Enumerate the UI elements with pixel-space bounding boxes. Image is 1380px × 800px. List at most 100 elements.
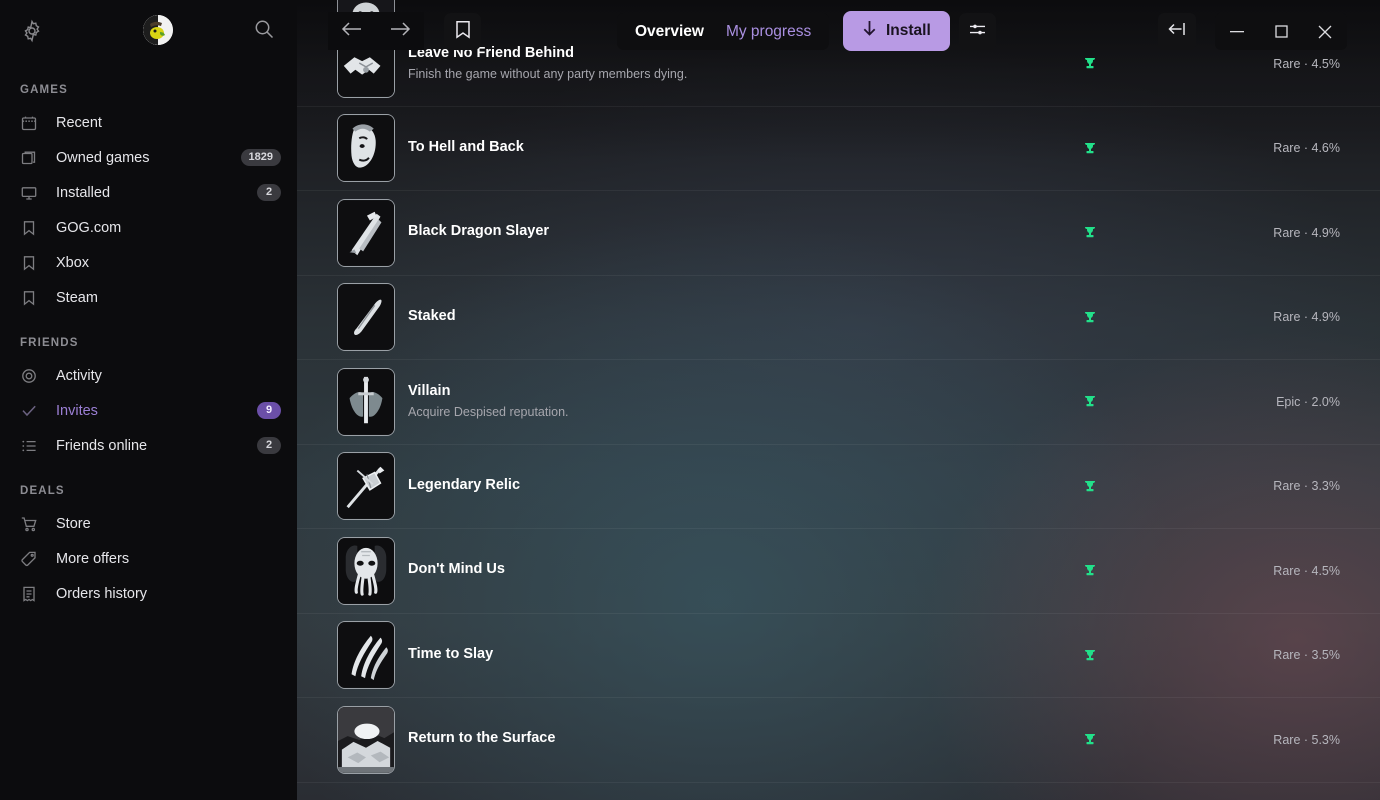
bookmark-icon — [455, 20, 471, 44]
face-icon — [337, 114, 395, 183]
sidebar-item-store[interactable]: Store — [0, 506, 297, 541]
list-icon — [20, 437, 38, 455]
search-icon[interactable] — [253, 18, 275, 40]
sidebar-badge-invites: 9 — [257, 401, 281, 420]
achievement-name: Black Dragon Slayer — [408, 223, 550, 240]
sidebar-item-label: Store — [56, 515, 91, 532]
achievement-rarity: Rare · 4.9% — [1273, 310, 1340, 325]
achievement-row[interactable]: Return to the Surface Rare · 5.3% — [297, 698, 1380, 783]
achievement-name: Return to the Surface — [408, 730, 556, 747]
sidebar-item-xbox[interactable]: Xbox — [0, 245, 297, 280]
minimize-button[interactable] — [1215, 13, 1259, 50]
tab-my-progress[interactable]: My progress — [726, 23, 811, 41]
sidebar-item-activity[interactable]: Activity — [0, 358, 297, 393]
achievement-row[interactable]: Time to Slay Rare · 3.5% — [297, 614, 1380, 698]
sidebar-item-label: Steam — [56, 289, 98, 306]
arrow-left-icon[interactable] — [341, 20, 363, 43]
trophy-icon — [1070, 649, 1110, 662]
mindflayer-icon — [337, 536, 395, 605]
monitor-icon — [20, 184, 38, 202]
receipt-icon — [20, 585, 38, 603]
trophy-icon — [1070, 733, 1110, 746]
cave-icon — [337, 705, 395, 774]
sidebar-item-label: Invites — [56, 402, 98, 419]
sidebar-item-label: Owned games — [56, 149, 150, 166]
window-controls — [1215, 13, 1347, 50]
achievement-row[interactable]: Villain Acquire Despised reputation. Epi… — [297, 360, 1380, 445]
bookmark-icon — [20, 219, 38, 237]
sidebar-item-steam[interactable]: Steam — [0, 280, 297, 315]
target-icon — [20, 367, 38, 385]
achievement-rarity: Rare · 4.9% — [1273, 225, 1340, 240]
app-window: GAMES Recent Owned games 1829 Installed … — [0, 0, 1380, 800]
claw-marks-icon — [337, 621, 395, 690]
sidebar-item-label: More offers — [56, 550, 130, 567]
game-detail-content: Leave No Friend Behind Finish the game w… — [297, 0, 1380, 800]
tab-overview[interactable]: Overview — [635, 23, 704, 41]
collapse-panel-button[interactable] — [1158, 13, 1196, 50]
bookmark-button[interactable] — [444, 13, 481, 50]
achievement-text: Legendary Relic — [408, 476, 1070, 497]
sidebar-item-recent[interactable]: Recent — [0, 105, 297, 140]
relic-icon — [337, 452, 395, 521]
achievement-name: Villain — [408, 383, 451, 400]
sidebar-item-invites[interactable]: Invites 9 — [0, 393, 297, 428]
sidebar-header — [0, 0, 297, 62]
achievement-row[interactable]: Black Dragon Slayer Rare · 4.9% — [297, 191, 1380, 276]
sidebar-item-friends-online[interactable]: Friends online 2 — [0, 428, 297, 463]
navigation-buttons — [328, 12, 424, 50]
sidebar-item-label: Xbox — [56, 254, 90, 271]
achievement-description: Acquire Despised reputation. — [408, 404, 569, 419]
achievement-text: Time to Slay — [408, 645, 1070, 666]
achievement-rarity: Rare · 4.5% — [1273, 563, 1340, 578]
sword-icon — [337, 367, 395, 436]
maximize-button[interactable] — [1259, 13, 1303, 50]
sidebar-item-label: Friends online — [56, 437, 148, 454]
check-icon — [20, 402, 38, 420]
achievement-row[interactable]: Staked Rare · 4.9% — [297, 276, 1380, 360]
sidebar-section-title-friends: FRIENDS — [20, 337, 79, 349]
achievement-list: Leave No Friend Behind Finish the game w… — [297, 0, 1380, 783]
trophy-icon — [1070, 142, 1110, 155]
filter-button[interactable] — [959, 13, 996, 50]
achievement-row[interactable]: Legendary Relic Rare · 3.3% — [297, 445, 1380, 529]
sidebar-badge-friends-online: 2 — [257, 436, 281, 455]
collapse-panel-icon — [1168, 21, 1186, 42]
trophy-icon — [1070, 480, 1110, 493]
sidebar-item-label: Installed — [56, 184, 111, 201]
stack-icon — [20, 149, 38, 167]
sliders-icon — [969, 22, 986, 42]
sidebar-item-label: Activity — [56, 367, 102, 384]
achievement-rarity: Rare · 5.3% — [1273, 732, 1340, 747]
sidebar-item-orders-history[interactable]: Orders history — [0, 576, 297, 611]
stake-icon — [337, 283, 395, 352]
download-arrow-icon — [862, 20, 877, 42]
user-avatar[interactable] — [143, 15, 173, 45]
detail-tabs: Overview My progress — [617, 13, 830, 50]
achievement-rarity: Rare · 3.3% — [1273, 479, 1340, 494]
sidebar-badge-owned-games: 1829 — [240, 148, 281, 167]
cart-icon — [20, 515, 38, 533]
trophy-icon — [1070, 311, 1110, 324]
sidebar-item-owned-games[interactable]: Owned games 1829 — [0, 140, 297, 175]
achievement-name: Don't Mind Us — [408, 561, 505, 578]
achievement-row[interactable]: Don't Mind Us Rare · 4.5% — [297, 529, 1380, 614]
achievement-text: Black Dragon Slayer — [408, 222, 1070, 243]
sidebar-section-title-games: GAMES — [20, 84, 68, 96]
dragon-claw-icon — [337, 198, 395, 267]
calendar-icon — [20, 114, 38, 132]
arrow-right-icon[interactable] — [389, 20, 411, 43]
sidebar-item-gog-com[interactable]: GOG.com — [0, 210, 297, 245]
install-button[interactable]: Install — [843, 11, 950, 51]
achievement-rarity: Epic · 2.0% — [1276, 394, 1340, 409]
bookmark-icon — [20, 289, 38, 307]
close-button[interactable] — [1303, 13, 1347, 50]
tag-icon — [20, 550, 38, 568]
achievement-row[interactable]: To Hell and Back Rare · 4.6% — [297, 107, 1380, 191]
trophy-icon — [1070, 226, 1110, 239]
sidebar-item-label: Orders history — [56, 585, 148, 602]
gear-icon[interactable] — [20, 19, 44, 43]
sidebar-item-label: GOG.com — [56, 219, 122, 236]
sidebar-item-installed[interactable]: Installed 2 — [0, 175, 297, 210]
sidebar-item-more-offers[interactable]: More offers — [0, 541, 297, 576]
